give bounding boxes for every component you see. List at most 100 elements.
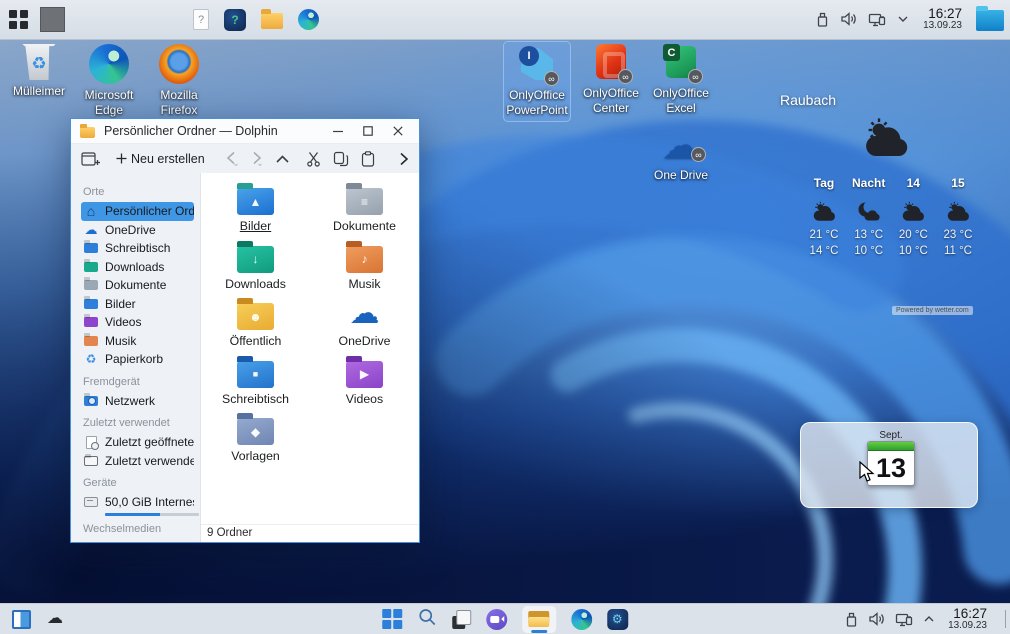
copy-icon[interactable] (333, 151, 349, 167)
file-manager-icon[interactable] (261, 13, 283, 29)
desktop-icon-label: OnlyOffice Center (578, 86, 644, 116)
folder-view-widget-icon[interactable] (976, 10, 1004, 31)
cut-icon[interactable] (306, 151, 321, 167)
desktop-icon-onlyoffice-excel[interactable]: C ∞ OnlyOffice Excel (648, 42, 714, 116)
show-desktop-edge[interactable] (1005, 610, 1006, 628)
folder-item-onedrive[interactable]: ☁ OneDrive (313, 298, 417, 348)
folder-label: OneDrive (339, 334, 391, 348)
onedrive-tray-icon[interactable]: ☁ (47, 612, 63, 626)
onlyoffice-excel-icon: C ∞ (661, 42, 701, 82)
desktop-icon-onlyoffice-powerpoint[interactable]: I ∞ OnlyOffice PowerPoint (504, 42, 570, 121)
sidebar-item-dokumente[interactable]: Dokumente (81, 276, 194, 295)
sidebar-item-zuletzt-dateien[interactable]: Zuletzt geöffnete Date… (81, 433, 194, 452)
display-network-icon[interactable] (895, 611, 914, 628)
chevron-down-icon[interactable] (897, 15, 909, 23)
section-title-fremdgeraet: Fremdgerät (83, 376, 200, 388)
sidebar-item-label: Persönlicher Ordner (105, 204, 194, 218)
close-button[interactable] (383, 120, 413, 142)
back-button[interactable] (225, 151, 238, 166)
folder-item-musik[interactable]: ♪ Musik (313, 241, 417, 291)
sidebar-item-downloads[interactable]: Downloads (81, 258, 194, 277)
sidebar-item-onedrive[interactable]: ☁ OneDrive (81, 221, 194, 240)
sidebar-item-musik[interactable]: Musik (81, 332, 194, 351)
folder-item-downloads[interactable]: ↓ Downloads (204, 241, 308, 291)
window-folder-icon (80, 127, 95, 138)
settings-app-icon[interactable]: ⚙ (607, 609, 628, 630)
chat-icon[interactable] (486, 609, 507, 630)
minimize-button[interactable] (323, 120, 353, 142)
unknown-file-icon[interactable]: ? (193, 9, 209, 30)
virtual-desktop-pager[interactable] (40, 7, 65, 32)
sidebar-item-zuletzt-orte[interactable]: Zuletzt verwendete Orte (81, 452, 194, 471)
trash-icon: ♻ (22, 44, 56, 80)
mouse-cursor (859, 461, 876, 488)
clock-date: 13.09.23 (923, 21, 962, 32)
folder-item-oeffentlich[interactable]: ☻ Öffentlich (204, 298, 308, 348)
folder-item-bilder[interactable]: ▲ Bilder (204, 183, 308, 233)
forward-button[interactable] (250, 151, 263, 166)
folder-item-vorlagen[interactable]: ◆ Vorlagen (204, 413, 308, 463)
desktop-icon-trash[interactable]: ♻ Mülleimer (6, 44, 72, 99)
folder-item-schreibtisch[interactable]: ■ Schreibtisch (204, 356, 308, 406)
desktop-icon-onlyoffice-center[interactable]: ∞ OnlyOffice Center (578, 42, 644, 116)
calendar-widget[interactable]: Sept. 13 (800, 422, 978, 508)
folder-item-dokumente[interactable]: ≡ Dokumente (313, 183, 417, 233)
maximize-button[interactable] (353, 120, 383, 142)
sidebar-item-papierkorb[interactable]: ♻ Papierkorb (81, 350, 194, 369)
window-controls (323, 120, 413, 142)
sidebar-item-label: Dokumente (105, 278, 166, 292)
edge-browser-icon[interactable] (571, 609, 592, 630)
section-title-orte: Orte (83, 186, 200, 198)
weather-widget[interactable]: Raubach Tag 21 °C 14 °C Nacht (770, 92, 1002, 259)
display-network-icon[interactable] (868, 11, 887, 28)
sidebar-item-label: Zuletzt geöffnete Date… (105, 435, 194, 449)
sidebar-item-bilder[interactable]: Bilder (81, 295, 194, 314)
start-button[interactable] (382, 609, 402, 629)
paste-icon[interactable] (361, 151, 375, 167)
usb-device-icon[interactable] (815, 11, 830, 28)
sidebar-item-netzwerk[interactable]: Netzwerk (81, 392, 194, 411)
edge-browser-icon[interactable] (298, 9, 319, 30)
sidebar-item-schreibtisch[interactable]: Schreibtisch (81, 239, 194, 258)
desktop-icon-edge[interactable]: Microsoft Edge (76, 44, 142, 118)
sidebar-item-label: 50,0 GiB Internes Lauf… (105, 495, 194, 509)
taskbar-clock[interactable]: 16:27 13.09.23 (948, 607, 987, 632)
task-view-icon[interactable] (452, 610, 471, 629)
panel-clock[interactable]: 16:27 13.09.23 (923, 7, 962, 32)
usb-device-icon[interactable] (844, 611, 859, 628)
titlebar[interactable]: Persönlicher Ordner — Dolphin (71, 119, 419, 144)
videos-folder-icon (83, 317, 99, 327)
search-icon[interactable] (417, 607, 437, 632)
onlyoffice-center-icon: ∞ (591, 42, 631, 82)
folder-item-videos[interactable]: ▶ Videos (313, 356, 417, 406)
up-button[interactable] (275, 154, 290, 164)
sidebar-item-label: Musik (105, 334, 136, 348)
section-title-wechselmedien: Wechselmedien (83, 523, 200, 535)
volume-icon[interactable] (868, 611, 886, 627)
desktop-icon-label: Microsoft Edge (76, 88, 142, 118)
desktop-icon-onedrive[interactable]: ☁ ∞ One Drive (648, 128, 714, 183)
desktop-icon-firefox[interactable]: Mozilla Firefox (146, 44, 212, 118)
window-title: Persönlicher Ordner — Dolphin (104, 124, 278, 138)
sidebar-item-internal-drive[interactable]: 50,0 GiB Internes Lauf… (81, 493, 194, 512)
new-tab-icon[interactable] (81, 151, 100, 167)
weather-col-day: Tag 21 °C 14 °C (802, 176, 846, 259)
top-panel: ? ? 16:27 13.09.23 (0, 0, 1010, 40)
sidebar-item-vbox-disc[interactable]: VBox_GAs_7.0.8 (81, 539, 194, 543)
volume-icon[interactable] (840, 11, 858, 27)
toolbar-overflow-button[interactable] (399, 152, 409, 166)
taskbar-dolphin-active[interactable] (522, 606, 556, 633)
weather-col-15: 15 23 °C 11 °C (936, 176, 980, 259)
sidebar-item-persoenlicher-ordner[interactable]: ⌂ Persönlicher Ordner (81, 202, 194, 221)
sidebar-item-videos[interactable]: Videos (81, 313, 194, 332)
new-create-button[interactable]: Neu erstellen (116, 152, 205, 166)
app-launcher-icon[interactable] (9, 10, 28, 29)
onedrive-icon: ☁ (350, 298, 380, 330)
panel-app-icon[interactable]: ? (224, 9, 246, 31)
chevron-up-icon[interactable] (923, 615, 935, 623)
window-layout-icon[interactable] (12, 610, 31, 629)
weather-high: 23 °C (944, 227, 973, 243)
folder-label: Bilder (240, 219, 271, 233)
cloud-icon: ☁ (83, 222, 99, 238)
weather-col-night: Nacht 13 °C 10 °C (847, 176, 891, 259)
